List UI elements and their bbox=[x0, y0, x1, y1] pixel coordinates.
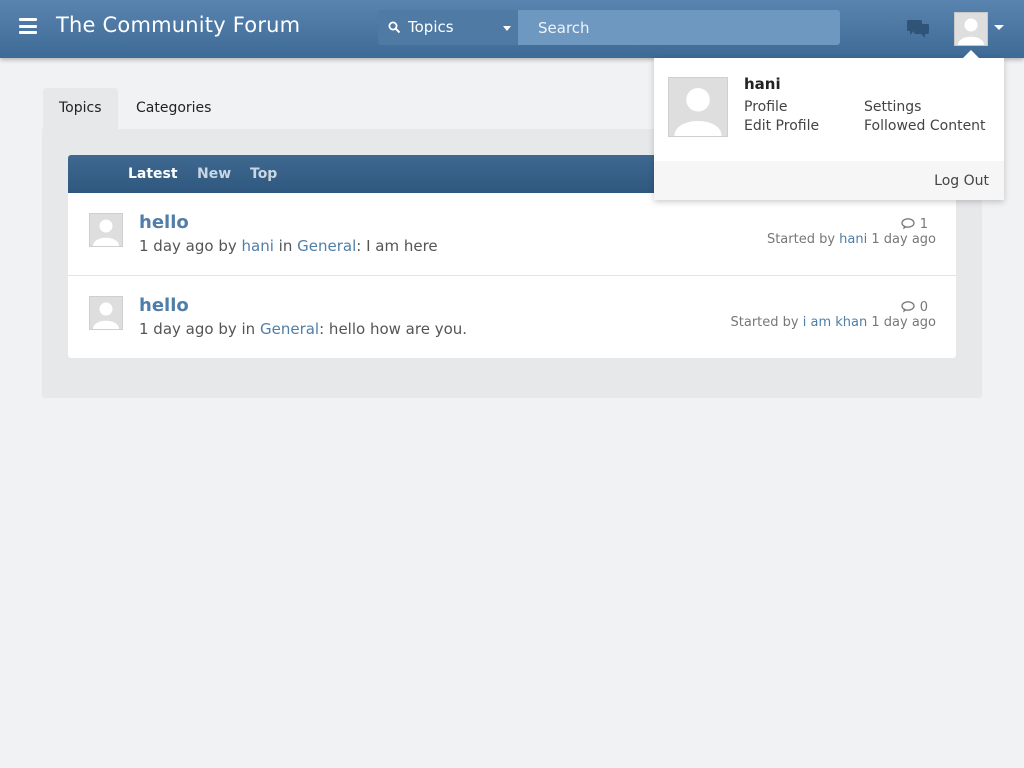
top-header: The Community Forum Topics bbox=[0, 0, 1024, 58]
user-avatar-icon[interactable] bbox=[954, 12, 988, 46]
avatar[interactable] bbox=[89, 213, 123, 247]
topic-excerpt: : I am here bbox=[356, 237, 438, 255]
user-name: hani bbox=[744, 75, 781, 93]
topic-excerpt: : hello how are you. bbox=[319, 320, 468, 338]
topic-meta: 1 day ago by hani in General: I am here bbox=[139, 237, 438, 255]
topic-row: hello 1 day ago by hani in General: I am… bbox=[68, 193, 956, 276]
search-input[interactable] bbox=[518, 10, 840, 45]
hamburger-menu-icon[interactable] bbox=[19, 18, 37, 36]
user-menu-chevron-icon[interactable] bbox=[994, 25, 1004, 30]
topic-title-link[interactable]: hello bbox=[139, 212, 189, 233]
topic-age: 1 day ago by bbox=[139, 237, 237, 255]
avatar[interactable] bbox=[668, 77, 728, 137]
in-word: in bbox=[241, 320, 256, 338]
sort-new-link[interactable]: New bbox=[197, 166, 231, 182]
followed-content-link[interactable]: Followed Content bbox=[864, 118, 986, 134]
default-avatar-icon bbox=[674, 87, 722, 136]
category-link[interactable]: General bbox=[260, 320, 319, 338]
reply-count: 1 bbox=[901, 217, 928, 232]
avatar[interactable] bbox=[89, 296, 123, 330]
reply-count-value: 0 bbox=[919, 300, 928, 315]
log-out-link[interactable]: Log Out bbox=[934, 173, 989, 189]
started-label: Started by bbox=[730, 315, 799, 330]
starter-link[interactable]: hani bbox=[839, 232, 867, 247]
topic-age: 1 day ago by bbox=[139, 320, 237, 338]
user-menu-dropdown: hani Profile Edit Profile Settings Follo… bbox=[654, 50, 1004, 200]
topic-meta: 1 day ago by in General: hello how are y… bbox=[139, 320, 467, 338]
topic-row: hello 1 day ago by in General: hello how… bbox=[68, 276, 956, 358]
search-scope-label: Topics bbox=[408, 18, 454, 36]
site-title[interactable]: The Community Forum bbox=[56, 13, 300, 37]
author-link[interactable]: hani bbox=[242, 237, 274, 255]
sort-latest-link[interactable]: Latest bbox=[128, 166, 178, 182]
default-avatar-icon bbox=[958, 18, 984, 45]
started-when: 1 day ago bbox=[871, 232, 936, 247]
started-by: Started by hani 1 day ago bbox=[767, 232, 936, 247]
default-avatar-icon bbox=[93, 219, 119, 246]
chevron-down-icon bbox=[503, 26, 511, 31]
sort-top-link[interactable]: Top bbox=[250, 166, 277, 182]
tab-topics[interactable]: Topics bbox=[43, 88, 118, 129]
started-by: Started by i am khan 1 day ago bbox=[731, 315, 936, 330]
search-icon bbox=[388, 21, 401, 34]
reply-count: 0 bbox=[901, 300, 928, 315]
reply-count-value: 1 bbox=[919, 217, 928, 232]
search-scope-dropdown[interactable]: Topics bbox=[378, 10, 518, 45]
comment-icon bbox=[901, 218, 915, 230]
starter-link[interactable]: i am khan bbox=[803, 315, 867, 330]
in-word: in bbox=[278, 237, 293, 255]
default-avatar-icon bbox=[93, 302, 119, 329]
user-menu-card: hani Profile Edit Profile Settings Follo… bbox=[654, 58, 1004, 161]
chat-bubbles-icon[interactable] bbox=[907, 20, 929, 38]
settings-link[interactable]: Settings bbox=[864, 99, 921, 115]
comment-icon bbox=[901, 301, 915, 313]
tab-categories[interactable]: Categories bbox=[120, 88, 227, 129]
category-link[interactable]: General bbox=[297, 237, 356, 255]
profile-link[interactable]: Profile bbox=[744, 99, 788, 115]
edit-profile-link[interactable]: Edit Profile bbox=[744, 118, 819, 134]
started-label: Started by bbox=[766, 232, 836, 247]
started-when: 1 day ago bbox=[871, 315, 936, 330]
topic-title-link[interactable]: hello bbox=[139, 295, 189, 316]
